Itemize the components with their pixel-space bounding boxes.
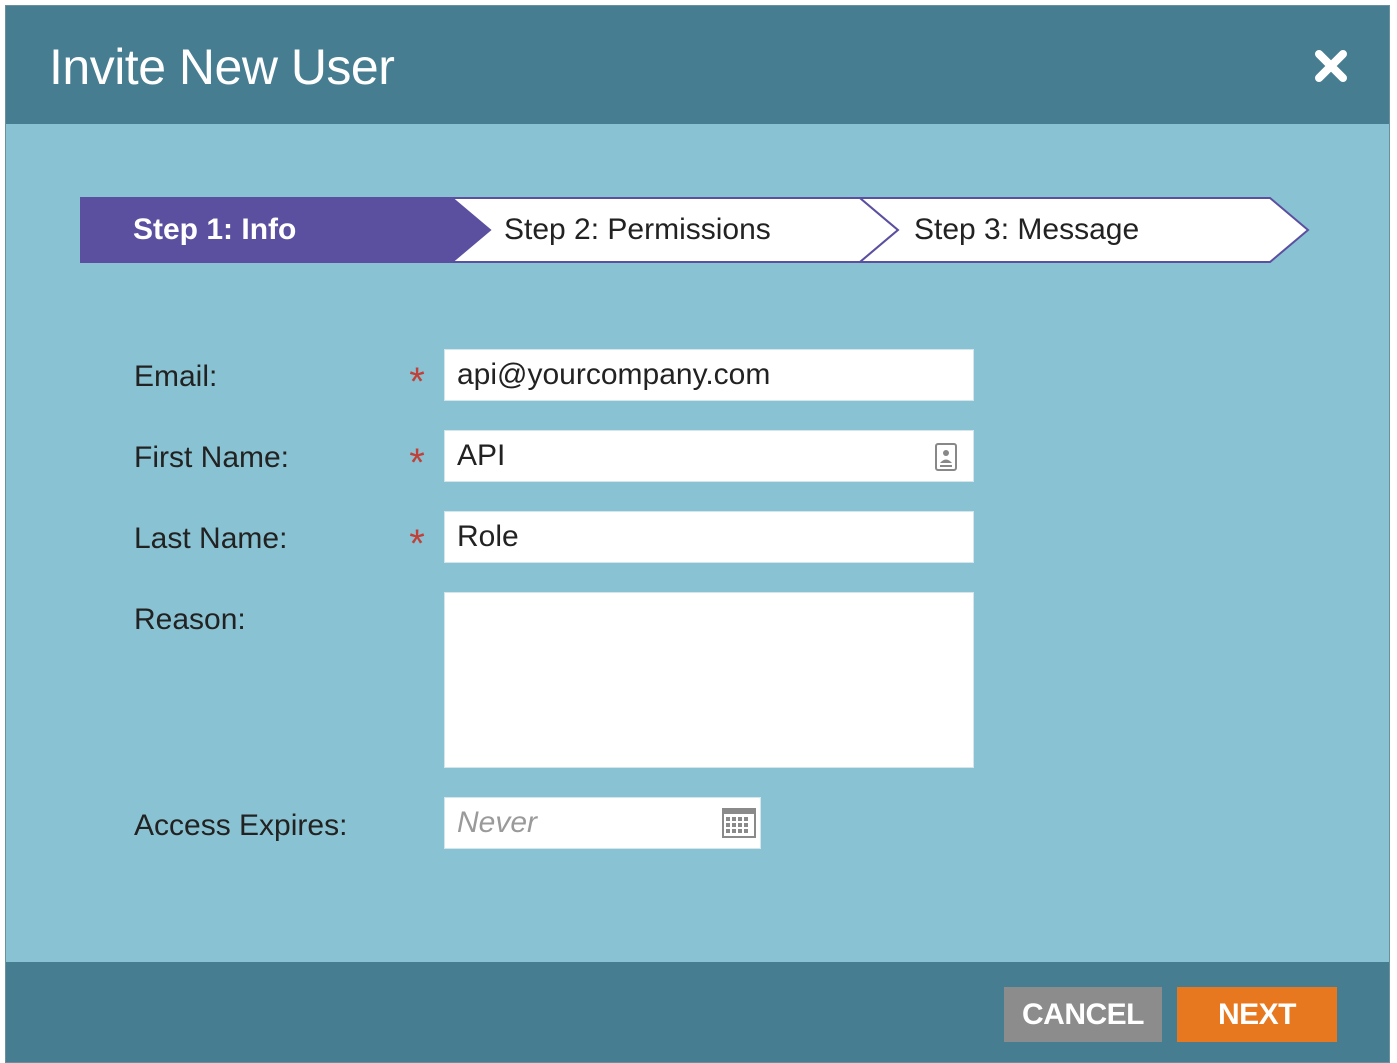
dialog-header: Invite New User <box>6 6 1389 124</box>
access-expires-field[interactable] <box>445 798 760 848</box>
access-expires-label: Access Expires: <box>134 809 348 842</box>
last-name-label: Last Name: <box>134 522 288 555</box>
first-name-label: First Name: <box>134 441 290 474</box>
email-field-wrapper <box>444 349 974 401</box>
first-name-field-wrapper <box>444 430 974 482</box>
step-1-info[interactable]: Step 1: Info <box>133 197 296 263</box>
contact-card-icon[interactable] <box>933 443 959 471</box>
step-2-permissions[interactable]: Step 2: Permissions <box>504 197 771 263</box>
calendar-icon[interactable] <box>722 808 756 838</box>
cancel-button[interactable]: CANCEL <box>1004 987 1162 1042</box>
invite-user-dialog: Invite New User Step 1: Info Step 2: Per… <box>5 5 1390 1063</box>
wizard-steps: Step 1: Info Step 2: Permissions Step 3:… <box>80 197 1312 263</box>
email-label: Email: <box>134 360 218 393</box>
email-field[interactable] <box>445 350 973 400</box>
dialog-title: Invite New User <box>49 39 395 95</box>
reason-field-wrapper <box>444 592 974 768</box>
first-name-field[interactable] <box>445 431 973 481</box>
close-icon[interactable] <box>1311 46 1351 86</box>
last-name-required-mark: * <box>409 522 425 566</box>
step-3-message[interactable]: Step 3: Message <box>914 197 1139 263</box>
first-name-required-mark: * <box>409 441 425 485</box>
last-name-field[interactable] <box>445 512 973 562</box>
next-button[interactable]: NEXT <box>1177 987 1337 1042</box>
access-expires-field-wrapper <box>444 797 761 849</box>
last-name-field-wrapper <box>444 511 974 563</box>
reason-label: Reason: <box>134 603 246 636</box>
email-required-mark: * <box>409 360 425 404</box>
dialog-footer: CANCEL NEXT <box>6 962 1389 1062</box>
reason-field[interactable] <box>445 593 973 767</box>
